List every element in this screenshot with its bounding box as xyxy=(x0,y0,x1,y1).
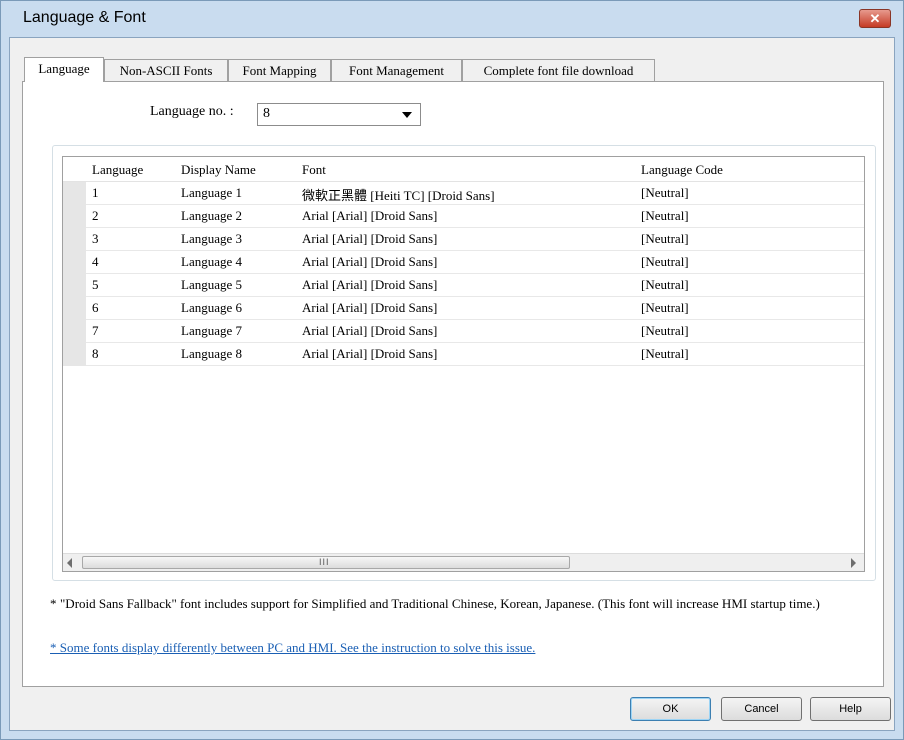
cell-language-code: [Neutral] xyxy=(641,231,689,246)
scroll-left-arrow-icon[interactable] xyxy=(67,558,72,568)
scroll-right-arrow-icon[interactable] xyxy=(851,558,856,568)
row-header[interactable] xyxy=(63,205,86,228)
table-row[interactable]: 8 Language 8 Arial [Arial] [Droid Sans] … xyxy=(63,343,864,366)
cell-font: Arial [Arial] [Droid Sans] xyxy=(302,323,438,338)
tab-font-mapping[interactable]: Font Mapping xyxy=(228,59,331,81)
cell-language: 6 xyxy=(92,300,99,315)
cell-display-name: Language 4 xyxy=(181,254,243,269)
cell-font: Arial [Arial] [Droid Sans] xyxy=(302,277,438,292)
table-header: Language Display Name Font Language Code xyxy=(63,157,864,182)
ok-button[interactable]: OK xyxy=(630,697,711,721)
chevron-down-icon[interactable] xyxy=(402,112,412,118)
table-row[interactable]: 5 Language 5 Arial [Arial] [Droid Sans] … xyxy=(63,274,864,297)
cell-font: 微軟正黑體 [Heiti TC] [Droid Sans] xyxy=(302,188,495,203)
row-header[interactable] xyxy=(63,182,86,205)
table-row[interactable]: 1 Language 1 微軟正黑體 [Heiti TC] [Droid San… xyxy=(63,182,864,205)
title-bar[interactable]: Language & Font ✕ xyxy=(1,1,903,37)
cell-language: 8 xyxy=(92,346,99,361)
column-header-font[interactable]: Font xyxy=(302,162,326,178)
cell-language-code: [Neutral] xyxy=(641,254,689,269)
cell-language-code: [Neutral] xyxy=(641,346,689,361)
table-row[interactable]: 4 Language 4 Arial [Arial] [Droid Sans] … xyxy=(63,251,864,274)
tab-language[interactable]: Language xyxy=(24,57,104,82)
cell-display-name: Language 5 xyxy=(181,277,243,292)
tab-font-management[interactable]: Font Management xyxy=(331,59,462,81)
cell-font: Arial [Arial] [Droid Sans] xyxy=(302,208,438,223)
font-instruction-link[interactable]: * Some fonts display differently between… xyxy=(50,640,535,656)
close-icon: ✕ xyxy=(869,11,881,26)
horizontal-scrollbar[interactable]: III xyxy=(63,553,864,571)
row-header[interactable] xyxy=(63,343,86,366)
close-button[interactable]: ✕ xyxy=(859,9,891,28)
cell-font: Arial [Arial] [Droid Sans] xyxy=(302,300,438,315)
column-header-language-code[interactable]: Language Code xyxy=(641,162,723,178)
cell-language: 2 xyxy=(92,208,99,223)
cell-font: Arial [Arial] [Droid Sans] xyxy=(302,231,438,246)
tab-non-ascii-fonts[interactable]: Non-ASCII Fonts xyxy=(104,59,228,81)
cell-language-code: [Neutral] xyxy=(641,323,689,338)
cell-language: 3 xyxy=(92,231,99,246)
row-header[interactable] xyxy=(63,228,86,251)
language-no-select[interactable]: 8 xyxy=(257,103,421,126)
cell-font: Arial [Arial] [Droid Sans] xyxy=(302,346,438,361)
row-header[interactable] xyxy=(63,274,86,297)
cell-language-code: [Neutral] xyxy=(641,185,689,200)
table-row[interactable]: 3 Language 3 Arial [Arial] [Droid Sans] … xyxy=(63,228,864,251)
table-row[interactable]: 7 Language 7 Arial [Arial] [Droid Sans] … xyxy=(63,320,864,343)
tab-complete-font-file-download[interactable]: Complete font file download xyxy=(462,59,655,81)
cell-language: 1 xyxy=(92,185,99,200)
row-header[interactable] xyxy=(63,251,86,274)
language-table: Language Display Name Font Language Code… xyxy=(62,156,865,572)
note-asterisk: * xyxy=(50,596,57,611)
scrollbar-grip: III xyxy=(319,557,330,567)
cell-display-name: Language 8 xyxy=(181,346,243,361)
cell-display-name: Language 1 xyxy=(181,185,243,200)
cell-display-name: Language 2 xyxy=(181,208,243,223)
help-button[interactable]: Help xyxy=(810,697,891,721)
column-header-display-name[interactable]: Display Name xyxy=(181,162,256,178)
cell-language: 7 xyxy=(92,323,99,338)
table-row[interactable]: 6 Language 6 Arial [Arial] [Droid Sans] … xyxy=(63,297,864,320)
cell-language-code: [Neutral] xyxy=(641,208,689,223)
scrollbar-thumb[interactable]: III xyxy=(82,556,570,569)
note-text: "Droid Sans Fallback" font includes supp… xyxy=(60,596,820,611)
row-header[interactable] xyxy=(63,320,86,343)
row-header[interactable] xyxy=(63,297,86,320)
language-no-label: Language no. : xyxy=(150,104,234,119)
column-header-language[interactable]: Language xyxy=(92,162,143,178)
window-title: Language & Font xyxy=(23,9,146,26)
cell-language: 4 xyxy=(92,254,99,269)
cell-language-code: [Neutral] xyxy=(641,277,689,292)
cell-font: Arial [Arial] [Droid Sans] xyxy=(302,254,438,269)
cell-display-name: Language 7 xyxy=(181,323,243,338)
cell-language: 5 xyxy=(92,277,99,292)
table-row[interactable]: 2 Language 2 Arial [Arial] [Droid Sans] … xyxy=(63,205,864,228)
cancel-button[interactable]: Cancel xyxy=(721,697,802,721)
cell-language-code: [Neutral] xyxy=(641,300,689,315)
cell-display-name: Language 3 xyxy=(181,231,243,246)
cell-display-name: Language 6 xyxy=(181,300,243,315)
language-no-value: 8 xyxy=(263,106,270,121)
